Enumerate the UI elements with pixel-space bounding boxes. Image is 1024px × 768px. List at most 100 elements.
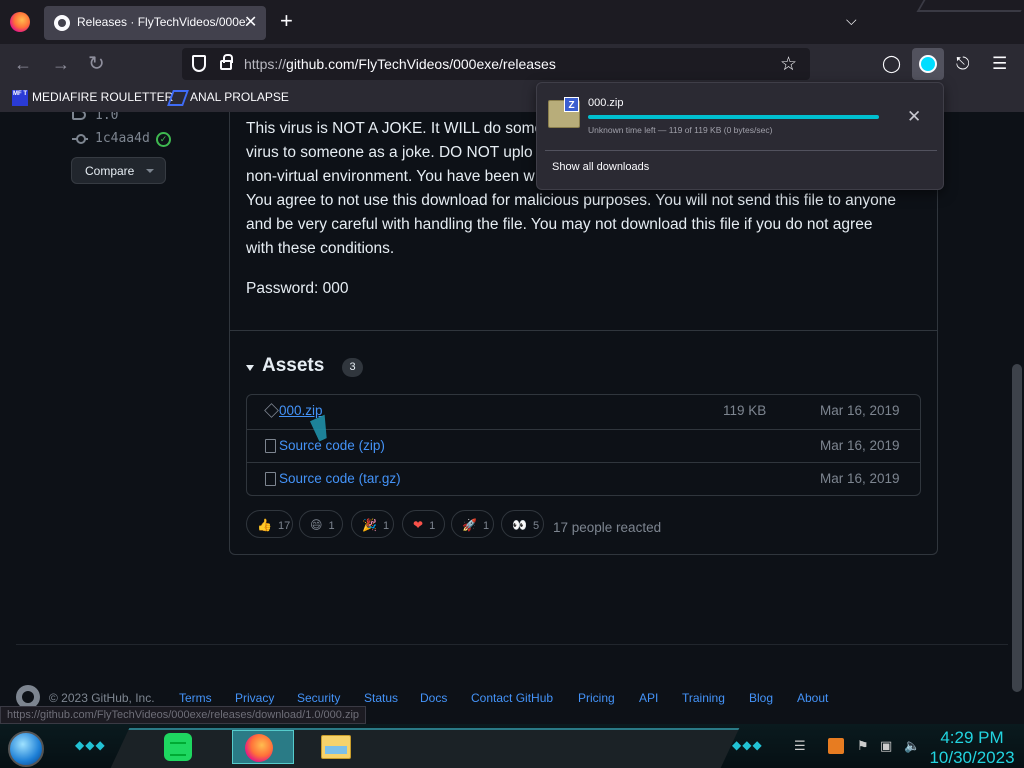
asset-size: 119 KB: [723, 403, 767, 418]
extensions-icon[interactable]: ⎋: [956, 54, 969, 74]
asset-row: 000.zip 119 KB Mar 16, 2019: [247, 395, 920, 428]
firefox-icon: [245, 734, 273, 762]
caret-down-icon[interactable]: [246, 365, 254, 371]
taskbar-decoration: [110, 728, 740, 768]
file-zip-icon: [265, 439, 276, 453]
firefox-icon[interactable]: [10, 12, 30, 32]
taskbar: ◆◆◆ ◆◆◆ ☰ ⚑ ▣ 🔈 4:29 PM 10/30/2023: [0, 724, 1024, 768]
taskbar-spotify[interactable]: [160, 730, 196, 764]
reaction-hooray[interactable]: 🎉 1: [351, 510, 394, 538]
footer-link-training[interactable]: Training: [682, 691, 725, 705]
tab-close-icon[interactable]: ✕: [244, 12, 257, 32]
password-line: Password: 000: [246, 280, 349, 297]
url-bar[interactable]: https://github.com/FlyTechVideos/000exe/…: [182, 48, 810, 80]
asset-row: Source code (tar.gz) Mar 16, 2019: [247, 462, 920, 495]
clock-time[interactable]: 4:29 PM: [932, 728, 1012, 748]
asset-link[interactable]: Source code (zip): [279, 438, 385, 453]
scrollbar-thumb[interactable]: [1012, 364, 1022, 692]
show-hidden-icons-icon[interactable]: ☰: [794, 738, 806, 754]
list-tabs-button[interactable]: ⌵: [846, 12, 857, 29]
show-all-downloads-button[interactable]: Show all downloads: [552, 161, 649, 173]
decorative-dashes-icon: ◆◆◆: [75, 738, 106, 752]
release-tag[interactable]: 1.0: [95, 112, 118, 123]
footer-link-api[interactable]: API: [639, 691, 658, 705]
back-icon[interactable]: ←: [14, 54, 32, 74]
footer-link-status[interactable]: Status: [364, 691, 398, 705]
commit-icon: [72, 134, 88, 144]
star-icon[interactable]: ☆: [780, 53, 797, 76]
assets-list: 000.zip 119 KB Mar 16, 2019 Source code …: [246, 394, 921, 496]
clock-date[interactable]: 10/30/2023: [926, 748, 1018, 768]
caret-down-icon: [146, 169, 154, 173]
divider: [230, 330, 937, 331]
downloads-icon: [919, 55, 937, 73]
reaction-heart[interactable]: ❤ 1: [402, 510, 445, 538]
tab-releases[interactable]: Releases · FlyTechVideos/000exe ✕: [44, 6, 266, 40]
download-progress-bar: [588, 115, 879, 119]
assets-heading[interactable]: Assets: [262, 355, 324, 377]
menu-icon[interactable]: ☰: [992, 54, 1007, 74]
assets-count-badge: 3: [342, 358, 363, 377]
compare-button[interactable]: Compare: [71, 157, 166, 184]
footer-link-contact[interactable]: Contact GitHub: [471, 691, 553, 705]
reaction-laugh[interactable]: 😄 1: [299, 510, 343, 538]
forward-icon[interactable]: →: [52, 54, 70, 74]
description-line: You agree to not use this download for m…: [246, 192, 896, 209]
download-cancel-icon[interactable]: ✕: [907, 107, 921, 127]
zip-file-icon[interactable]: Z: [548, 97, 580, 128]
decorative-dashes-icon: ◆◆◆: [732, 738, 763, 752]
footer-link-privacy[interactable]: Privacy: [235, 691, 274, 705]
copyright-text: © 2023 GitHub, Inc.: [49, 691, 155, 705]
new-tab-button[interactable]: +: [280, 10, 293, 32]
asset-date: Mar 16, 2019: [820, 438, 900, 453]
reaction-summary[interactable]: 17 people reacted: [553, 520, 661, 535]
downloads-panel: Z 000.zip Unknown time left — 119 of 119…: [536, 82, 944, 190]
github-icon: [54, 15, 70, 31]
page-scrollbar[interactable]: [1010, 112, 1024, 724]
check-icon: ✓: [156, 132, 171, 147]
description-line: with these conditions.: [246, 240, 395, 257]
bookmark-mediafire[interactable]: MF T MEDIAFIRE ROULETTER: [12, 90, 173, 106]
reaction-thumbs-up[interactable]: 👍 17: [246, 510, 293, 538]
shield-icon[interactable]: [192, 55, 206, 72]
asset-row: Source code (zip) Mar 16, 2019: [247, 429, 920, 462]
download-progress-fill: [588, 115, 879, 119]
file-zip-icon: [265, 472, 276, 486]
network-icon[interactable]: ▣: [880, 738, 892, 754]
taskbar-firefox[interactable]: [232, 730, 294, 764]
download-file-name[interactable]: 000.zip: [588, 97, 623, 109]
footer-link-blog[interactable]: Blog: [749, 691, 773, 705]
window-frame-decoration: [916, 0, 1024, 12]
page-content: 1.0 1c4aa4d ✓ Compare This virus is NOT …: [0, 112, 1024, 724]
footer-link-terms[interactable]: Terms: [179, 691, 212, 705]
asset-link[interactable]: 000.zip: [279, 403, 323, 418]
description-line: non-virtual environment. You have been w: [246, 168, 535, 185]
tab-strip: Releases · FlyTechVideos/000exe ✕ + ⌵: [0, 0, 1024, 44]
pocket-icon[interactable]: ◯: [882, 54, 901, 74]
package-icon: [264, 403, 279, 418]
download-status: Unknown time left — 119 of 119 KB (0 byt…: [588, 125, 773, 135]
asset-date: Mar 16, 2019: [820, 403, 900, 418]
reaction-eyes[interactable]: 👀 5: [501, 510, 544, 538]
action-center-flag-icon[interactable]: ⚑: [857, 738, 869, 754]
taskbar-file-explorer[interactable]: [318, 730, 354, 764]
asset-link[interactable]: Source code (tar.gz): [279, 471, 401, 486]
footer-link-security[interactable]: Security: [297, 691, 340, 705]
downloads-button[interactable]: [912, 48, 944, 80]
bookmark-second[interactable]: ANAL PROLAPSE: [167, 90, 289, 106]
footer-link-docs[interactable]: Docs: [420, 691, 447, 705]
spotify-icon: [164, 733, 192, 761]
reload-icon[interactable]: ↻: [88, 54, 105, 74]
lock-icon[interactable]: [220, 54, 233, 70]
tab-title: Releases · FlyTechVideos/000exe: [77, 15, 247, 29]
footer-link-about[interactable]: About: [797, 691, 828, 705]
mediafire-icon: MF T: [12, 90, 28, 106]
start-button[interactable]: [8, 731, 44, 767]
footer-link-pricing[interactable]: Pricing: [578, 691, 615, 705]
tray-app-icon[interactable]: [828, 738, 844, 754]
volume-icon[interactable]: 🔈: [904, 738, 920, 754]
url-text[interactable]: https://github.com/FlyTechVideos/000exe/…: [244, 56, 556, 72]
reaction-rocket[interactable]: 🚀 1: [451, 510, 494, 538]
commit-hash[interactable]: 1c4aa4d: [95, 131, 150, 146]
tag-icon: [72, 112, 86, 120]
